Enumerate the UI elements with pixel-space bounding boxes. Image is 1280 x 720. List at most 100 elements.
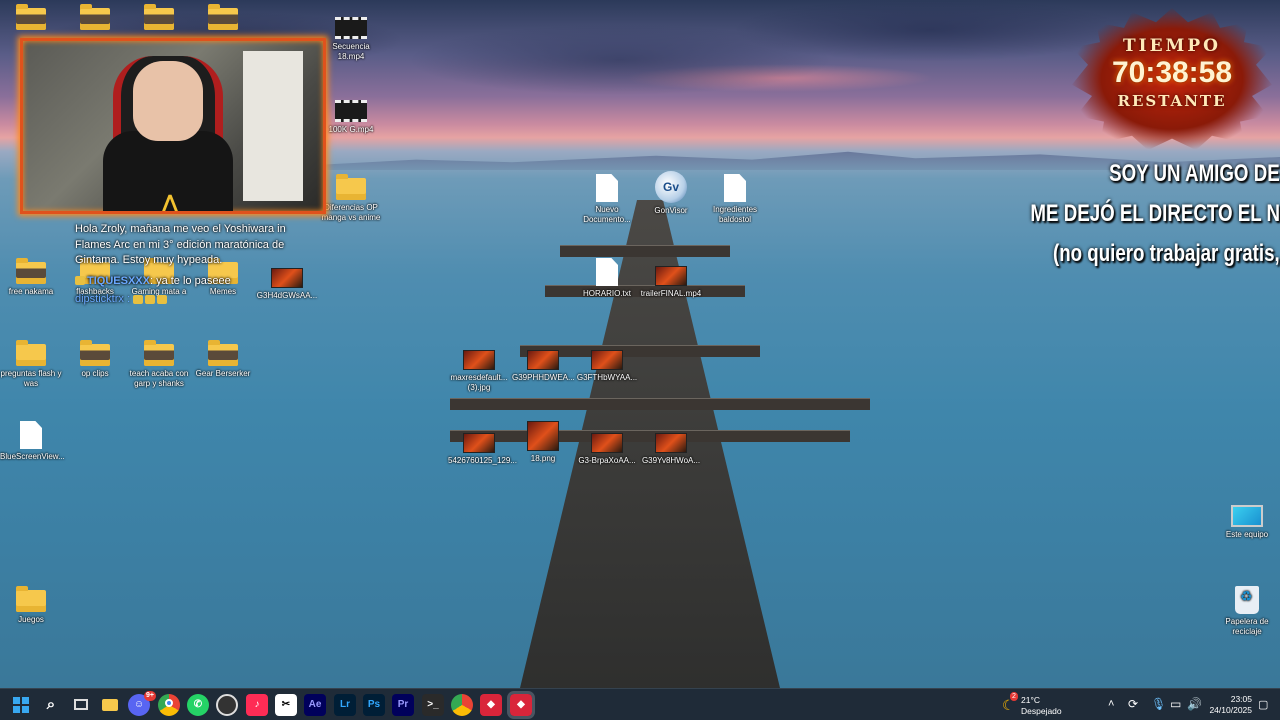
chat-emote-icon bbox=[157, 294, 168, 304]
document-icon bbox=[724, 174, 746, 202]
weather-temp: 21°C bbox=[1021, 695, 1040, 705]
video-file-icon bbox=[335, 17, 367, 39]
desktop-icon[interactable] bbox=[192, 4, 254, 33]
file-explorer-icon[interactable] bbox=[99, 694, 121, 716]
desktop-icon[interactable]: BlueScreenView... bbox=[0, 421, 65, 462]
app-red-icon[interactable]: ◆ bbox=[480, 694, 502, 716]
desktop-icon[interactable] bbox=[0, 4, 62, 33]
folder-icon bbox=[16, 586, 46, 612]
image-file-icon bbox=[527, 350, 559, 370]
folder-icon bbox=[80, 340, 110, 366]
weather-badge: 2 bbox=[1010, 692, 1018, 701]
desktop-icon[interactable]: 5426760125_129... bbox=[448, 433, 517, 466]
notifications-icon[interactable]: ▢ bbox=[1258, 698, 1268, 720]
video-file-icon bbox=[655, 266, 687, 286]
image-file-icon bbox=[591, 350, 623, 370]
folder-icon bbox=[16, 258, 46, 284]
image-file-icon bbox=[463, 433, 495, 453]
sync-icon[interactable]: ⟳ bbox=[1128, 697, 1138, 720]
microphone-icon[interactable]: 🎙 bbox=[1151, 697, 1166, 720]
webcam-streamer-face bbox=[133, 61, 203, 141]
network-icon[interactable]: ▭ bbox=[1170, 697, 1181, 720]
desktop-icon[interactable]: maxresdefault... (3).jpg bbox=[448, 350, 510, 393]
photoshop-icon[interactable]: Ps bbox=[363, 694, 385, 716]
webcam-overlay: ⋀ bbox=[20, 38, 326, 214]
desktop-icon-this-pc[interactable]: Este equipo bbox=[1216, 505, 1278, 540]
chat-text: : ya te lo paseee bbox=[149, 274, 231, 287]
desktop-icon[interactable]: Diferencias OP manga vs anime bbox=[320, 174, 382, 223]
folder-icon bbox=[80, 4, 110, 30]
timer-value: 70:38:58 bbox=[1111, 56, 1233, 89]
desktop-icon[interactable]: Ingredientes baldostol bbox=[704, 174, 766, 225]
chrome-alt-icon[interactable] bbox=[451, 694, 473, 716]
folder-icon bbox=[16, 4, 46, 30]
desktop-icon[interactable]: Juegos bbox=[0, 586, 62, 625]
premiere-icon[interactable]: Pr bbox=[392, 694, 414, 716]
chevron-up-icon[interactable]: ˄ bbox=[1108, 698, 1114, 720]
desktop-icon[interactable]: G39PHHDWEA... bbox=[512, 350, 575, 383]
chat-username: TIQUESXXX bbox=[87, 274, 150, 287]
computer-icon bbox=[1231, 505, 1263, 527]
chat-badge-icon bbox=[75, 276, 85, 286]
timer-subtitle: RESTANTE bbox=[1117, 92, 1227, 110]
image-file-icon bbox=[655, 433, 687, 453]
discord-badge: 9+ bbox=[144, 691, 156, 701]
volume-icon[interactable]: 🔊 bbox=[1187, 697, 1202, 720]
recycle-bin-icon bbox=[1235, 586, 1259, 614]
desktop-icon[interactable]: G3-BrpaXoAA... bbox=[576, 433, 638, 466]
weather-desc: Despejado bbox=[1021, 706, 1062, 716]
desktop-icon-recycle-bin[interactable]: Papelera de reciclaje bbox=[1216, 586, 1278, 637]
app-red-active-icon[interactable]: ◆ bbox=[507, 691, 535, 719]
chrome-icon[interactable] bbox=[158, 694, 180, 716]
desktop-icon[interactable]: 100K G.mp4 bbox=[320, 100, 382, 135]
webcam-background-door bbox=[243, 51, 303, 201]
capcut-icon[interactable]: ✂ bbox=[275, 694, 297, 716]
chat-message: TIQUESXXX: ya te lo paseee bbox=[75, 274, 315, 290]
desktop-icon[interactable] bbox=[128, 4, 190, 33]
overlay-text-line: ME DEJÓ EL DIRECTO EL N bbox=[1030, 200, 1280, 227]
folder-icon bbox=[144, 4, 174, 30]
image-file-icon bbox=[463, 350, 495, 370]
clock-time: 23:05 bbox=[1230, 694, 1252, 704]
desktop-icon[interactable]: Secuencia 18.mp4 bbox=[320, 17, 382, 62]
desktop-icon[interactable]: Gear Berserker bbox=[192, 340, 254, 379]
after-effects-icon[interactable]: Ae bbox=[304, 694, 326, 716]
chat-username: dipsticktrx : bbox=[75, 293, 131, 305]
task-view-icon[interactable] bbox=[70, 694, 92, 716]
gonvisor-icon: Gv bbox=[655, 171, 687, 203]
stream-chat: Hola Zroly, mañana me veo el Yoshiwara i… bbox=[75, 222, 315, 308]
lightroom-icon[interactable]: Lr bbox=[334, 694, 356, 716]
folder-icon bbox=[208, 340, 238, 366]
clock[interactable]: 23:05 24/10/2025 bbox=[1208, 694, 1252, 720]
desktop-icon[interactable]: Gv GonVisor bbox=[640, 171, 702, 216]
desktop-icon[interactable]: Nuevo Documento... bbox=[576, 174, 638, 225]
start-button[interactable] bbox=[13, 697, 29, 713]
desktop-icon[interactable]: preguntas flash y was bbox=[0, 340, 62, 389]
stream-logo-icon: ⋀ bbox=[161, 191, 180, 214]
overlay-text-line: (no quiero trabajar gratis, bbox=[1053, 240, 1280, 267]
search-icon[interactable]: ⌕ bbox=[40, 694, 62, 716]
terminal-icon[interactable]: >_ bbox=[422, 694, 444, 716]
tiktok-icon[interactable]: ♪ bbox=[246, 694, 268, 716]
desktop-icon[interactable]: teach acaba con garp y shanks bbox=[128, 340, 190, 389]
whatsapp-icon[interactable]: ✆ bbox=[187, 694, 209, 716]
image-file-icon bbox=[591, 433, 623, 453]
taskbar: ⌕ ☺ 9+ ✆ ♪ ✂ Ae Lr Ps Pr >_ ◆ ◆ ☾ 2 21°C … bbox=[0, 688, 1280, 720]
desktop-icon[interactable]: op clips bbox=[64, 340, 126, 379]
desktop-icon[interactable]: G39Yv8HWoA... bbox=[640, 433, 702, 466]
document-icon bbox=[20, 421, 42, 449]
desktop-icon[interactable] bbox=[64, 4, 126, 33]
overlay-text-line: SOY UN AMIGO DE bbox=[1109, 160, 1280, 187]
desktop-icon[interactable]: free nakama bbox=[0, 258, 62, 297]
desktop-icon[interactable]: G3FTHbWYAA... bbox=[576, 350, 638, 383]
chat-emote-icon bbox=[133, 294, 144, 304]
timer-title: TIEMPO bbox=[1123, 36, 1221, 56]
desktop-icon[interactable]: HORARIO.txt bbox=[576, 258, 638, 299]
wallpaper-plank bbox=[560, 245, 730, 257]
desktop-icon[interactable]: 18.png bbox=[512, 421, 574, 464]
desktop-icon[interactable]: trailerFINAL.mp4 bbox=[640, 266, 702, 299]
chat-message: dipsticktrx : bbox=[75, 292, 315, 308]
discord-icon[interactable]: ☺ 9+ bbox=[128, 691, 156, 716]
obs-icon[interactable] bbox=[216, 694, 238, 716]
folder-icon bbox=[208, 4, 238, 30]
